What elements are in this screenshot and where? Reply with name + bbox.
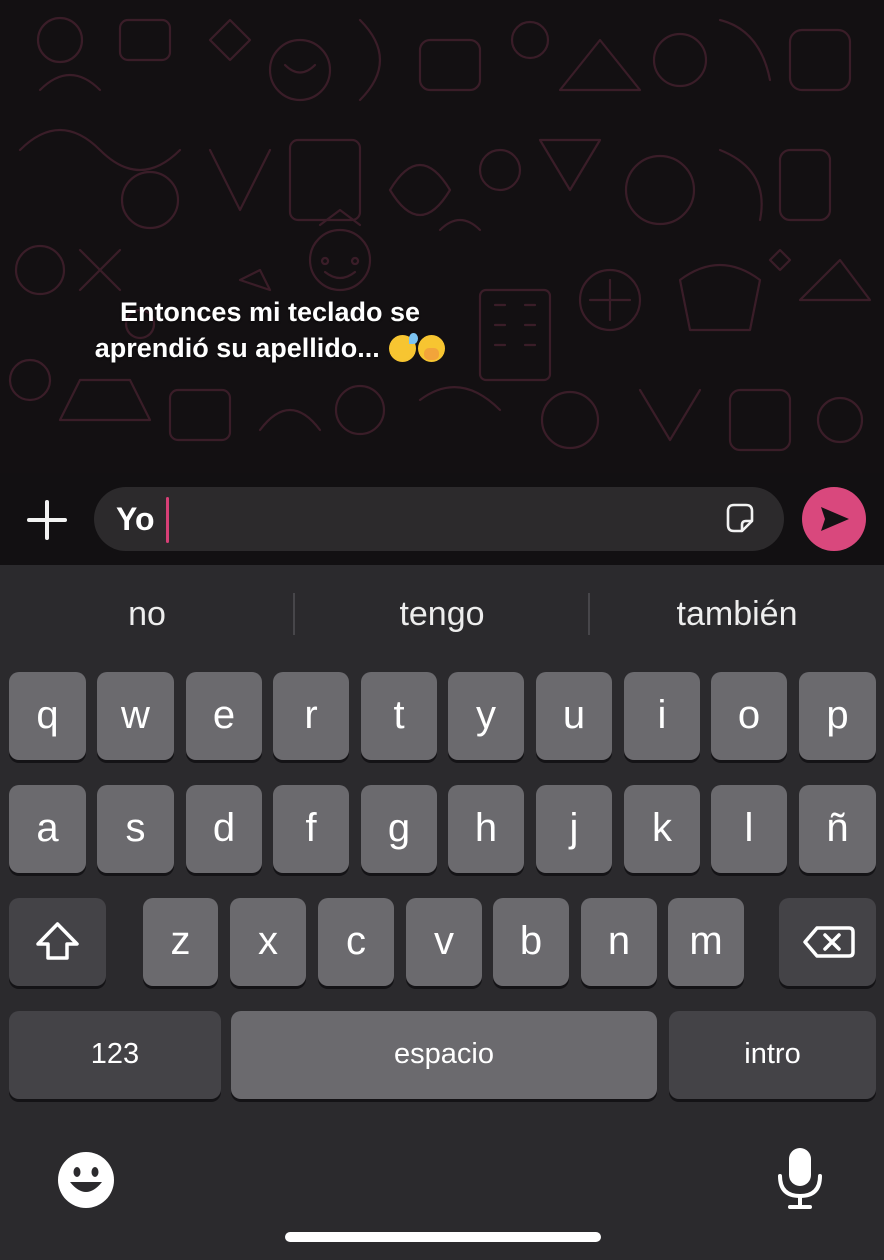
- caption-line-2: aprendió su apellido...: [60, 330, 480, 366]
- doodle-wallpaper: [8, 16, 872, 452]
- key-u[interactable]: u: [536, 672, 612, 760]
- message-input[interactable]: Yo: [94, 487, 784, 551]
- microphone-icon[interactable]: [774, 1146, 826, 1210]
- key-t[interactable]: t: [361, 672, 437, 760]
- grinning-sweat-emoji-icon: [389, 333, 419, 362]
- home-indicator: [285, 1232, 601, 1242]
- sticker-icon[interactable]: [722, 501, 758, 537]
- key-b[interactable]: b: [493, 898, 569, 986]
- key-y[interactable]: y: [448, 672, 524, 760]
- suggestion-tambien[interactable]: también: [590, 583, 884, 645]
- message-composer: Yo: [0, 473, 884, 565]
- key-l[interactable]: l: [711, 785, 787, 873]
- key-e[interactable]: e: [186, 672, 262, 760]
- key-a[interactable]: a: [9, 785, 86, 873]
- key-w[interactable]: w: [97, 672, 174, 760]
- send-button[interactable]: [802, 487, 866, 551]
- key-i[interactable]: i: [624, 672, 700, 760]
- key-q[interactable]: q: [9, 672, 86, 760]
- key-k[interactable]: k: [624, 785, 700, 873]
- key-enye[interactable]: ñ: [799, 785, 876, 873]
- shift-icon: [36, 922, 79, 960]
- key-v[interactable]: v: [406, 898, 482, 986]
- suggestion-tengo[interactable]: tengo: [295, 583, 589, 645]
- numbers-key[interactable]: 123: [9, 1011, 221, 1099]
- key-m[interactable]: m: [668, 898, 744, 986]
- key-r[interactable]: r: [273, 672, 349, 760]
- caption-line-1: Entonces mi teclado se: [119, 297, 421, 327]
- key-s[interactable]: s: [97, 785, 174, 873]
- key-h[interactable]: h: [448, 785, 524, 873]
- key-j[interactable]: j: [536, 785, 612, 873]
- return-key[interactable]: intro: [669, 1011, 876, 1099]
- shift-key[interactable]: [9, 898, 106, 986]
- key-c[interactable]: c: [318, 898, 394, 986]
- key-p[interactable]: p: [799, 672, 876, 760]
- text-caret: [166, 497, 169, 543]
- hand-over-mouth-emoji-icon: [418, 335, 446, 362]
- key-f[interactable]: f: [273, 785, 349, 873]
- backspace-key[interactable]: [779, 898, 876, 986]
- key-d[interactable]: d: [186, 785, 262, 873]
- key-x[interactable]: x: [230, 898, 306, 986]
- emoji-icon[interactable]: [56, 1150, 116, 1210]
- key-z[interactable]: z: [143, 898, 218, 986]
- suggestion-bar: no tengo también: [0, 583, 884, 645]
- key-o[interactable]: o: [711, 672, 787, 760]
- space-key[interactable]: espacio: [231, 1011, 657, 1099]
- message-input-text: Yo: [116, 501, 155, 537]
- key-n[interactable]: n: [581, 898, 657, 986]
- chat-area: Entonces mi teclado se aprendió su apell…: [0, 0, 884, 473]
- key-g[interactable]: g: [361, 785, 437, 873]
- suggestion-no[interactable]: no: [0, 583, 294, 645]
- caption-line-2-text: aprendió su apellido...: [94, 333, 380, 363]
- send-icon: [821, 507, 849, 531]
- attach-plus-button[interactable]: [24, 497, 70, 543]
- video-caption: Entonces mi teclado se aprendió su apell…: [60, 294, 480, 366]
- backspace-icon: [803, 926, 855, 958]
